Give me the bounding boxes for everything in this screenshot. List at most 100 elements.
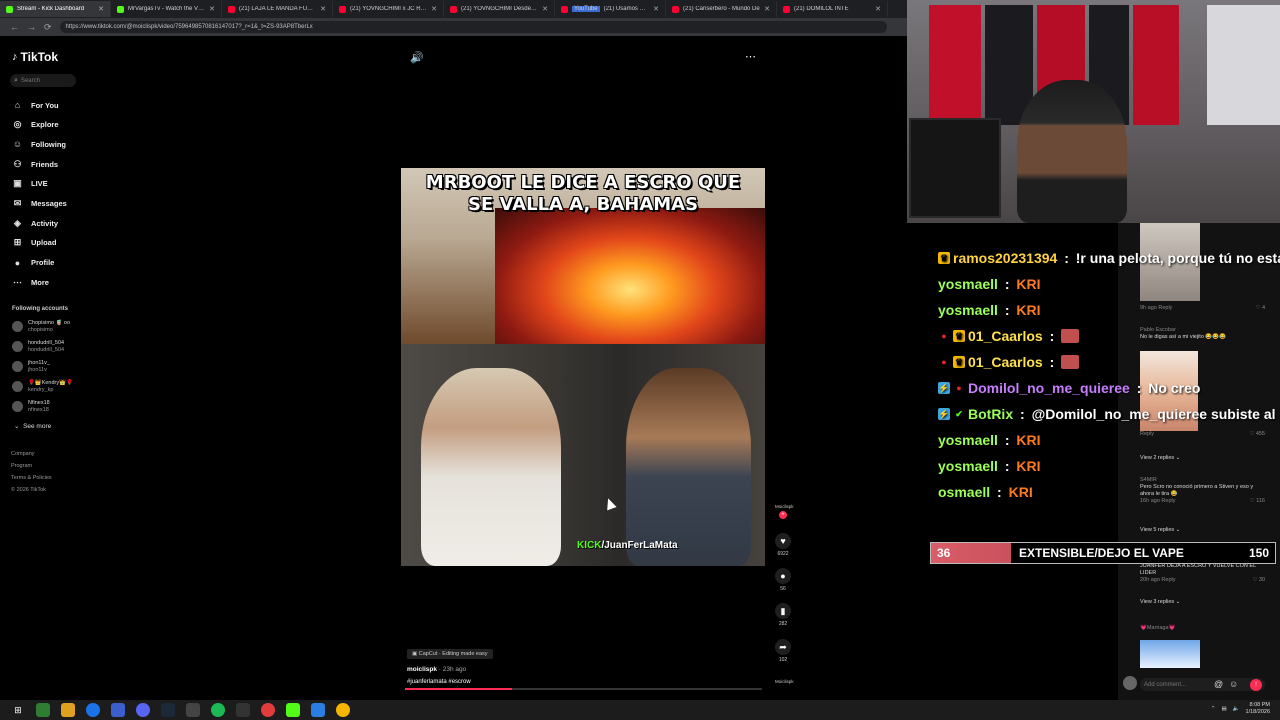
following-account[interactable]: Nfinex18 nfinex18	[12, 400, 50, 414]
search-input[interactable]: ⌕ Search	[10, 74, 76, 87]
browser-tab[interactable]: MrVargasTv - Watch the VOD ✕	[111, 1, 222, 17]
sidebar-item-live[interactable]: ▣ LIVE	[12, 177, 47, 191]
clock[interactable]: 8:08 PM 1/18/2026	[1246, 702, 1270, 716]
sidebar-item-messages[interactable]: ✉ Messages	[12, 197, 67, 211]
browser-tab[interactable]: (21) Canserbero - Mundo De ✕	[666, 1, 777, 17]
speaker-icon[interactable]: 🔈	[1233, 706, 1240, 712]
video-progress-bar[interactable]	[405, 688, 762, 690]
chat-separator: :	[1060, 250, 1073, 266]
chat-separator: :	[993, 484, 1006, 500]
tab-favicon-icon	[228, 5, 235, 13]
comment-meta[interactable]: 20h ago Reply	[1140, 577, 1175, 584]
reload-icon[interactable]: ⟳	[44, 22, 52, 33]
tab-close-icon[interactable]: ✕	[542, 5, 548, 13]
sidebar-item-following[interactable]: ☺ Following	[12, 137, 66, 151]
comment-text[interactable]: View 5 replies ⌄	[1140, 527, 1265, 534]
sidebar-item-label: For You	[31, 100, 59, 110]
taskbar-app-2-icon[interactable]	[111, 703, 125, 717]
tiktok-logo[interactable]: ♪ TikTok	[12, 50, 58, 64]
tab-close-icon[interactable]: ✕	[875, 5, 881, 13]
taskbar-app-4-icon[interactable]	[236, 703, 250, 717]
comment-likes[interactable]: ♡ 30	[1252, 577, 1265, 584]
see-more-button[interactable]: ⌄ See more	[14, 422, 51, 430]
footer-link[interactable]: Terms & Policies	[11, 475, 52, 481]
tab-close-icon[interactable]: ✕	[764, 5, 770, 13]
sidebar-item-upload[interactable]: ⊞ Upload	[12, 236, 57, 250]
creator-avatar[interactable]: Moiclispk +	[775, 502, 794, 519]
video-player[interactable]: MRBOOT LE DICE A ESCRO QUE SE VALLA A, B…	[401, 168, 765, 566]
emoji-icon[interactable]: ☺	[1229, 679, 1238, 689]
tab-close-icon[interactable]: ✕	[98, 5, 104, 13]
chat-text: KRI	[1016, 432, 1041, 448]
tray-chevron-icon[interactable]: ⌃	[1211, 706, 1216, 712]
tab-close-icon[interactable]: ✕	[209, 5, 215, 13]
chat-message: yosmaell : KRI	[938, 276, 1041, 292]
browser-tab[interactable]: (21) YOVNGCHIMI x JC REYES ✕	[333, 1, 444, 17]
comment-author[interactable]: 💗Marriaga💗	[1140, 625, 1265, 632]
capcut-link[interactable]: ▣ CapCut · Editing made easy	[407, 649, 493, 659]
footer-link[interactable]: Program	[11, 463, 32, 469]
chat-username: 01_Caarlos	[968, 354, 1043, 370]
following-account[interactable]: 🌹👑Kendry👑🌹 kendry_kp	[12, 380, 73, 394]
sidebar-item-more[interactable]: ⋯ More	[12, 275, 49, 289]
browser-tab[interactable]: (21) LAJA LE MANDA FUEGO ✕	[222, 1, 333, 17]
network-icon[interactable]: ▤	[1221, 706, 1226, 712]
following-account[interactable]: jhon11v_ jhon11v	[12, 360, 50, 374]
discord-icon[interactable]	[136, 703, 150, 717]
post-comment-icon[interactable]: ↑	[1250, 679, 1262, 691]
tab-close-icon[interactable]: ✕	[431, 5, 437, 13]
following-account[interactable]: Chopisimo 🧋 oo chopisimo	[12, 320, 70, 334]
kick-icon[interactable]	[286, 703, 300, 717]
browser-tab[interactable]: YouTube(21) Usamos RANDONAUTICA✕	[555, 1, 666, 17]
volume-icon[interactable]: 🔊	[410, 51, 424, 64]
like-button[interactable]: ♥ 6922	[775, 533, 791, 557]
comment-button[interactable]: ● 56	[775, 568, 791, 592]
mention-icon[interactable]: @	[1214, 679, 1223, 689]
account-handle: hondudrill_504	[28, 347, 65, 353]
kick-watermark: KICK/JuanFerLaMata	[577, 540, 678, 551]
footer-link[interactable]: Company	[11, 451, 35, 457]
tab-close-icon[interactable]: ✕	[320, 5, 326, 13]
account-name: Nfinex18	[28, 400, 50, 406]
poll-right-value: 150	[1248, 546, 1269, 560]
back-icon[interactable]: ←	[10, 22, 19, 32]
steam-icon[interactable]	[161, 703, 175, 717]
file-explorer-icon[interactable]	[61, 703, 75, 717]
comment-text[interactable]: View 3 replies ⌄	[1140, 599, 1265, 606]
chat-username: ramos20231394	[953, 250, 1058, 266]
avatar	[12, 361, 23, 372]
taskbar-app-3-icon[interactable]	[186, 703, 200, 717]
music-disc[interactable]: Moiclispk	[775, 677, 794, 684]
share-button[interactable]: ➦ 102	[775, 639, 791, 663]
sidebar-item-friends[interactable]: ⚇ Friends	[12, 157, 58, 171]
save-count: 282	[778, 621, 788, 627]
taskbar-app-5-icon[interactable]	[311, 703, 325, 717]
curtain-red-1	[929, 5, 981, 125]
video-author[interactable]: moiclispk · 23h ago	[407, 666, 767, 673]
sidebar-item-activity[interactable]: ◈ Activity	[12, 216, 58, 230]
obs-icon[interactable]	[261, 703, 275, 717]
chat-message: yosmaell : KRI	[938, 302, 1041, 318]
sidebar-item-profile[interactable]: ● Profile	[12, 256, 55, 270]
tab-close-icon[interactable]: ✕	[653, 5, 659, 13]
spotify-icon[interactable]	[211, 703, 225, 717]
sidebar-item-for-you[interactable]: ⌂ For You	[12, 98, 59, 112]
comment-input[interactable]: Add comment...	[1140, 678, 1265, 691]
windows-start-icon[interactable]: ⊞	[11, 703, 25, 717]
taskbar-app-1-icon[interactable]	[36, 703, 50, 717]
url-field[interactable]: https://www.tiktok.com/@moiclispk/video/…	[59, 21, 887, 33]
browser-tab[interactable]: (21) YOVNGCHIMI Desde La ✕	[444, 1, 555, 17]
video-hashtags[interactable]: #juanferlamata #escrow	[407, 679, 767, 685]
following-account[interactable]: hondudrill_504 hondudrill_504	[12, 340, 64, 354]
follow-plus-icon[interactable]: +	[779, 511, 787, 519]
author-name: moiclispk	[407, 666, 437, 673]
sidebar-item-explore[interactable]: ◎ Explore	[12, 118, 59, 132]
more-options-icon[interactable]: ⋯	[745, 50, 756, 63]
chrome-icon[interactable]	[86, 703, 100, 717]
browser-tab[interactable]: (21) DOMILOL INTE ✕	[777, 1, 888, 17]
save-button[interactable]: ▮ 282	[775, 603, 791, 627]
forward-icon[interactable]: →	[27, 22, 36, 32]
browser-tab[interactable]: Stream - Kick Dashboard ✕	[0, 1, 111, 17]
address-bar: ← → ⟳ https://www.tiktok.com/@moiclispk/…	[0, 18, 907, 36]
taskbar-app-6-icon[interactable]	[336, 703, 350, 717]
